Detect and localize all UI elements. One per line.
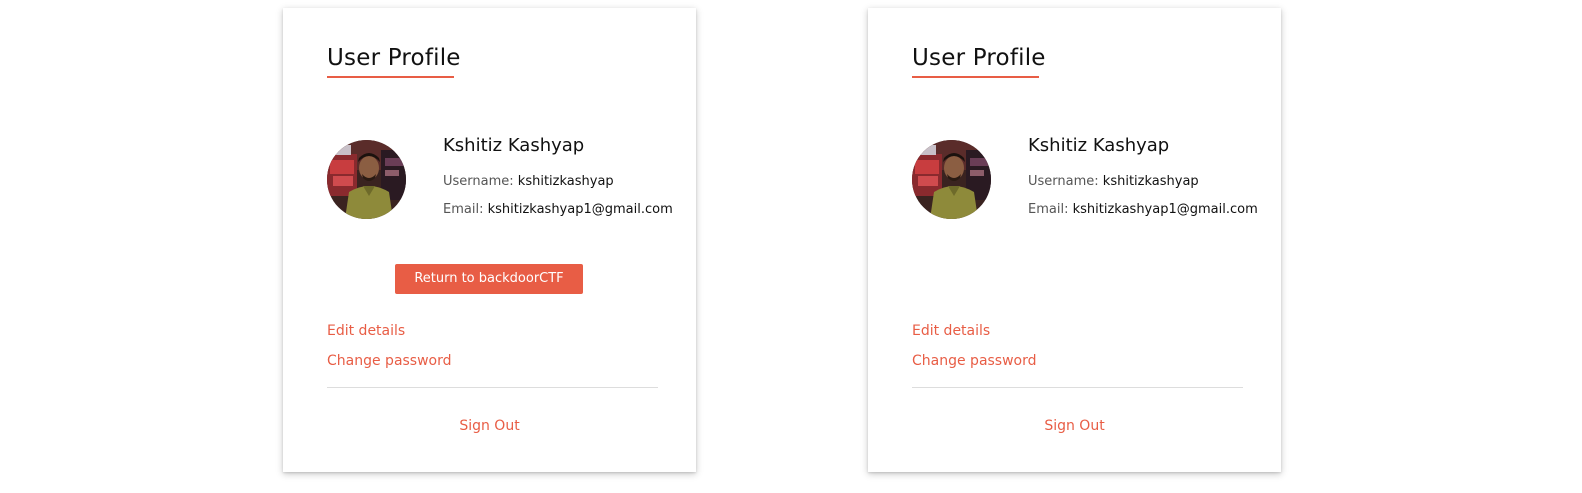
email-label: Email: [443, 202, 484, 217]
email-value: kshitizkashyap1@gmail.com [487, 202, 673, 217]
username-label: Username: [1028, 174, 1099, 189]
username-label: Username: [443, 174, 514, 189]
email-value: kshitizkashyap1@gmail.com [1072, 202, 1258, 217]
sign-out-row: Sign Out [868, 418, 1281, 434]
avatar [327, 140, 406, 219]
avatar-photo [912, 140, 991, 219]
page-title: User Profile [327, 45, 461, 71]
sign-out-link[interactable]: Sign Out [459, 418, 519, 434]
username-row: Username: kshitizkashyap [1028, 174, 1199, 189]
page-title: User Profile [912, 45, 1046, 71]
divider [912, 387, 1243, 388]
return-to-backdoorctf-button[interactable]: Return to backdoorCTF [395, 264, 583, 294]
avatar [912, 140, 991, 219]
user-full-name: Kshitiz Kashyap [1028, 135, 1170, 156]
username-value: kshitizkashyap [517, 174, 614, 189]
email-row: Email: kshitizkashyap1@gmail.com [1028, 202, 1258, 217]
username-value: kshitizkashyap [1102, 174, 1199, 189]
username-row: Username: kshitizkashyap [443, 174, 614, 189]
change-password-link[interactable]: Change password [912, 353, 1037, 369]
sign-out-row: Sign Out [283, 418, 696, 434]
email-row: Email: kshitizkashyap1@gmail.com [443, 202, 673, 217]
edit-details-link[interactable]: Edit details [327, 323, 405, 339]
title-underline [912, 76, 1039, 78]
avatar-photo [327, 140, 406, 219]
user-full-name: Kshitiz Kashyap [443, 135, 585, 156]
user-profile-card: User Profile Kshitiz Kashyap Username: k… [868, 8, 1281, 472]
sign-out-link[interactable]: Sign Out [1044, 418, 1104, 434]
user-profile-card: User Profile Kshitiz Kashyap Username: k… [283, 8, 696, 472]
email-label: Email: [1028, 202, 1069, 217]
title-underline [327, 76, 454, 78]
change-password-link[interactable]: Change password [327, 353, 452, 369]
edit-details-link[interactable]: Edit details [912, 323, 990, 339]
divider [327, 387, 658, 388]
